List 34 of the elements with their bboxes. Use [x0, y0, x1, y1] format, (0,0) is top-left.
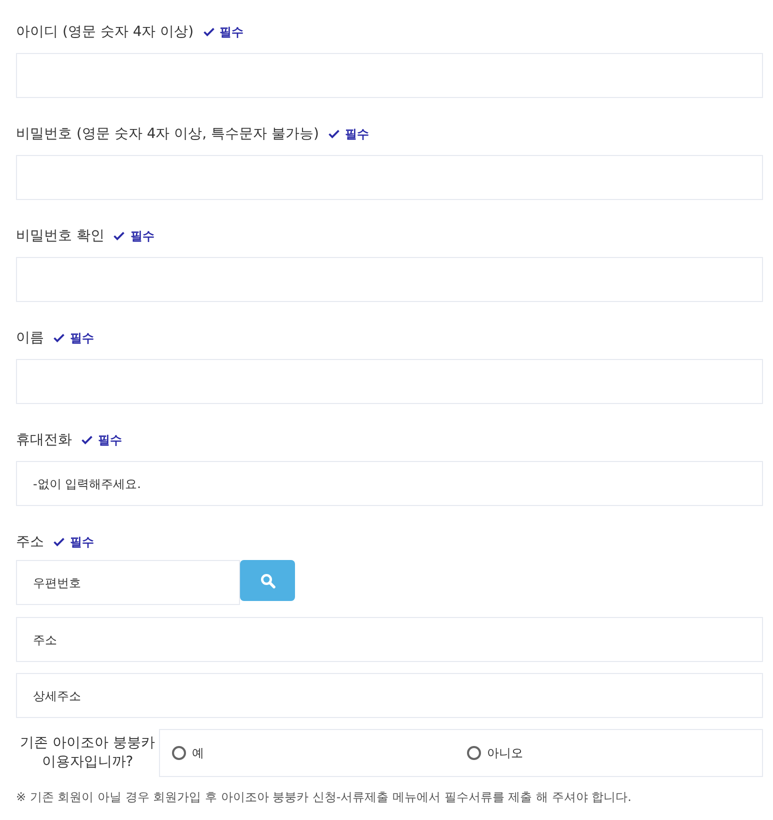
input-field[interactable]: [16, 359, 763, 404]
required-label: 필수: [70, 330, 94, 346]
field-label: 아이디 (영문 숫자 4자 이상): [16, 23, 194, 41]
input-field[interactable]: 상세주소: [16, 673, 763, 718]
radio-button[interactable]: [172, 746, 186, 760]
field-label: 이름: [16, 329, 44, 347]
field-label: 주소: [16, 533, 44, 551]
note-text: ※ 기존 회원이 아닐 경우 회원가입 후 아이조아 붕붕카 신청-서류제출 메뉴에서 필수서류를 제출 해 주셔야 합니다.: [16, 789, 632, 806]
required-label: 필수: [344, 126, 369, 142]
required-label: 필수: [70, 534, 94, 550]
check-icon: [328, 129, 340, 139]
input-field[interactable]: [16, 257, 763, 302]
required-label: 필수: [220, 24, 244, 40]
input-field[interactable]: 주소: [16, 617, 763, 662]
required-label: 필수: [130, 228, 154, 244]
field-label: 휴대전화: [16, 431, 72, 449]
field-label: 비밀번호 확인: [16, 227, 104, 245]
check-icon: [53, 537, 65, 547]
check-icon: [202, 27, 215, 37]
check-icon: [81, 435, 93, 445]
required-label: 필수: [98, 432, 122, 448]
radio-label: 예: [192, 744, 204, 762]
input-field[interactable]: -없이 입력해주세요.: [16, 461, 763, 506]
search-button[interactable]: [240, 560, 295, 601]
input-field[interactable]: 우편번호: [16, 560, 240, 605]
input-field[interactable]: [16, 155, 763, 200]
field-label: 비밀번호 (영문 숫자 4자 이상, 특수문자 불가능): [16, 125, 319, 143]
radio-label: 아니오: [487, 744, 523, 762]
input-field[interactable]: [16, 53, 763, 98]
search-icon: [260, 572, 276, 588]
question-label: 기존 아이조아 붕붕카 이용자입니까?: [19, 734, 156, 772]
check-icon: [113, 231, 126, 241]
radio-button[interactable]: [467, 746, 481, 760]
check-icon: [53, 333, 65, 343]
